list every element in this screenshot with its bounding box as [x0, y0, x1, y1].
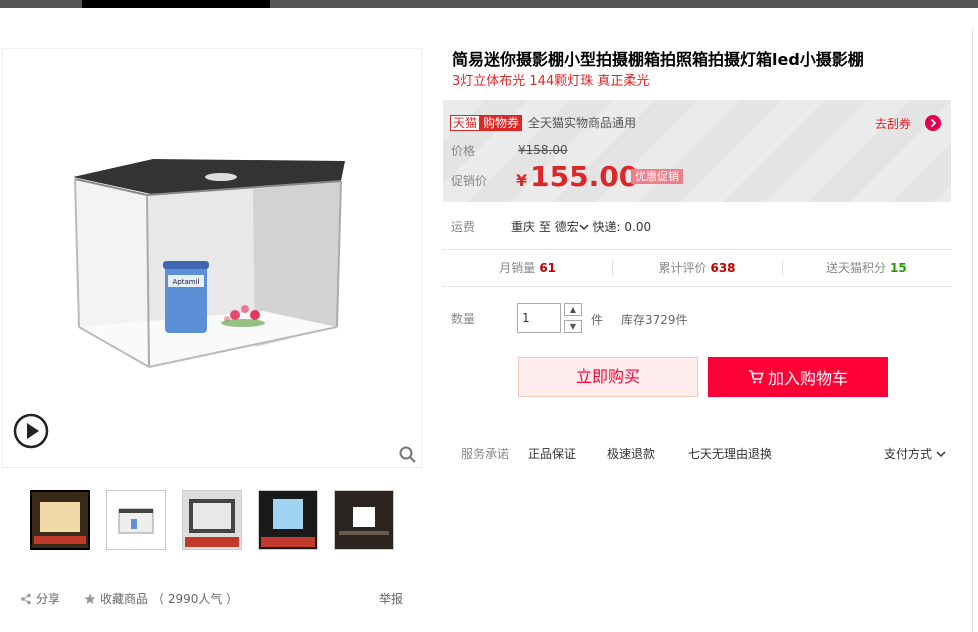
- thumbnail-3[interactable]: [182, 490, 242, 550]
- shipping-info: 重庆 至 德宏 快递: 0.00: [511, 218, 651, 235]
- report-link[interactable]: 举报: [379, 590, 403, 607]
- get-coupon-link[interactable]: 去刮券: [875, 115, 911, 132]
- service-7day-return[interactable]: 七天无理由退换: [688, 445, 772, 462]
- promo-badge: 优惠促销: [631, 169, 683, 184]
- popularity-count: （ 2990人气 ）: [152, 592, 239, 606]
- stat-value: 15: [889, 261, 907, 275]
- quantity-unit: 件: [591, 313, 604, 327]
- play-video-icon[interactable]: [12, 412, 50, 450]
- voucher-tag: 购物券: [480, 114, 523, 131]
- stat-reviews[interactable]: 累计评价 638: [612, 250, 781, 286]
- stat-label: 累计评价: [658, 261, 707, 275]
- currency-symbol: ¥: [516, 171, 528, 190]
- sales-stats: 月销量 61 累计评价 638 送天猫积分 15: [443, 249, 951, 287]
- ship-to-select[interactable]: 德宏: [555, 220, 589, 234]
- coupon-description: 全天猫实物商品通用: [528, 116, 637, 130]
- original-price: ¥158.00: [518, 143, 568, 157]
- payment-methods-dropdown[interactable]: 支付方式: [884, 445, 946, 462]
- ship-to: 德宏: [554, 220, 579, 234]
- main-image[interactable]: Aptamil: [2, 48, 422, 468]
- top-bar-segment: [82, 0, 270, 8]
- tmall-tag: 天猫: [450, 114, 481, 131]
- stat-value: 638: [710, 261, 736, 275]
- favorite-link[interactable]: 收藏商品 （ 2990人气 ）: [84, 590, 238, 607]
- share-icon: [21, 593, 31, 604]
- promo-price-value: 155.00: [530, 160, 639, 193]
- stat-label: 送天猫积分: [825, 261, 886, 275]
- ship-to-word: 至: [538, 220, 551, 234]
- top-bar: [0, 0, 978, 8]
- shipping-label: 运费: [451, 220, 476, 234]
- chevron-down-icon: [936, 451, 946, 458]
- stat-points: 送天猫积分 15: [781, 250, 951, 286]
- share-label: 分享: [36, 592, 61, 606]
- stat-monthly-sales: 月销量 61: [443, 250, 612, 286]
- price-label: 价格: [451, 144, 476, 158]
- right-divider: [972, 28, 973, 632]
- services-label: 服务承诺: [461, 447, 510, 461]
- quantity-label: 数量: [451, 312, 476, 326]
- product-subtitle: 3灯立体布光 144颗灯珠 真正柔光: [452, 74, 650, 89]
- thumbnail-4[interactable]: [258, 490, 318, 550]
- quantity-increase-button[interactable]: ▲: [564, 303, 582, 316]
- service-fast-refund[interactable]: 极速退款: [607, 445, 655, 462]
- add-to-cart-label: 加入购物车: [767, 369, 848, 388]
- stat-label: 月销量: [499, 261, 536, 275]
- promo-price-label: 促销价: [451, 174, 488, 188]
- star-icon: [84, 593, 96, 604]
- chevron-down-icon: [579, 224, 589, 231]
- share-link[interactable]: 分享: [20, 590, 60, 607]
- add-to-cart-button[interactable]: 加入购物车: [708, 357, 888, 397]
- product-title: 简易迷你摄影棚小型拍摄棚箱拍照箱拍摄灯箱led小摄影棚: [452, 50, 864, 69]
- thumbnail-list: [30, 490, 394, 550]
- ship-method: 快递: 0.00: [592, 220, 652, 234]
- can-label: Aptamil: [173, 278, 200, 286]
- quantity-input[interactable]: [517, 303, 561, 333]
- thumbnail-1[interactable]: [30, 490, 90, 550]
- stat-value: 61: [539, 261, 557, 275]
- coupon-row: 天猫 购物券 全天猫实物商品通用: [450, 114, 636, 131]
- ship-from: 重庆: [511, 220, 536, 234]
- price-panel: 天猫 购物券 全天猫实物商品通用 去刮券 价格 ¥158.00 促销价 ¥ 15…: [443, 100, 951, 202]
- product-photo: Aptamil: [73, 159, 345, 368]
- stock-count: 库存3729件: [621, 313, 688, 327]
- chevron-right-icon[interactable]: [925, 115, 941, 131]
- favorite-label: 收藏商品: [100, 592, 149, 606]
- thumbnail-5[interactable]: [334, 490, 394, 550]
- quantity-decrease-button[interactable]: ▼: [564, 320, 582, 333]
- promo-price: ¥ 155.00: [516, 160, 638, 193]
- zoom-icon[interactable]: [398, 445, 418, 465]
- thumbnail-2[interactable]: [106, 490, 166, 550]
- payment-methods-label: 支付方式: [884, 447, 933, 461]
- cart-icon: [748, 370, 764, 384]
- social-bar: 分享 收藏商品 （ 2990人气 ） 举报: [20, 590, 405, 606]
- service-genuine[interactable]: 正品保证: [528, 445, 576, 462]
- buy-now-button[interactable]: 立即购买: [518, 357, 698, 397]
